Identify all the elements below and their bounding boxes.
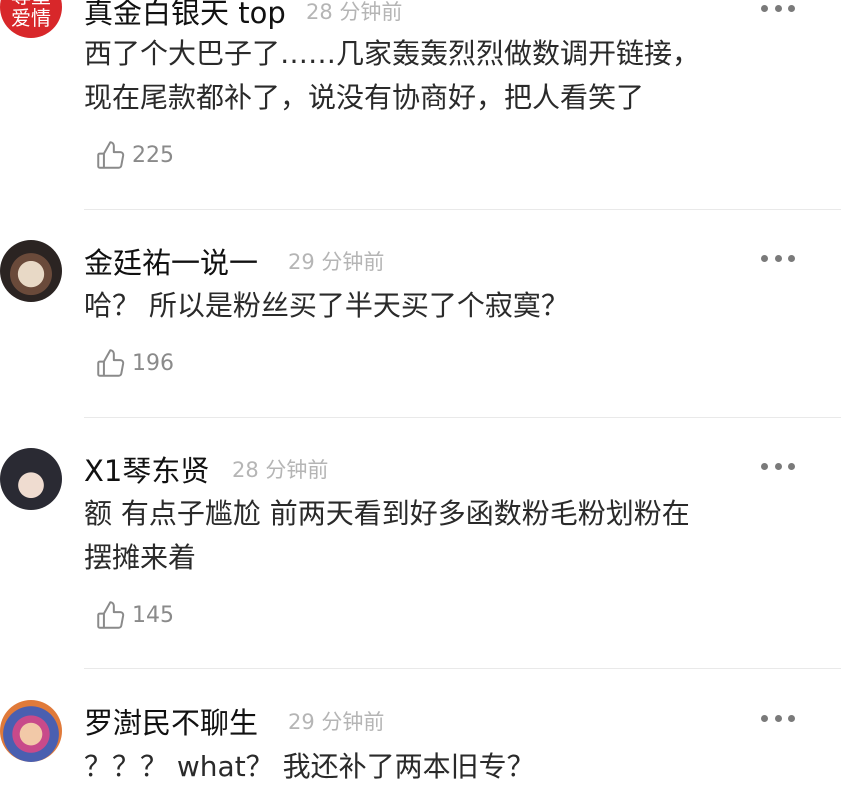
username[interactable]: 罗澍民不聊生 <box>84 700 258 742</box>
more-dots-icon[interactable] <box>761 3 795 13</box>
comment-text: ？？？ what？ 我还补了两本旧专？ <box>84 750 535 783</box>
thumbs-up-icon <box>97 141 125 169</box>
like-count: 196 <box>132 350 174 376</box>
more-dots-icon[interactable] <box>761 253 795 263</box>
comment-text: 额 有点子尴尬 前两天看到好多函数粉毛粉划粉在 摆摊来着 <box>84 497 690 574</box>
more-dots-icon[interactable] <box>761 713 795 723</box>
thumbs-up-icon <box>97 349 125 377</box>
like-button[interactable]: 145 <box>94 598 174 632</box>
like-count: 145 <box>132 602 174 628</box>
divider <box>84 668 841 669</box>
divider <box>84 417 841 418</box>
avatar[interactable] <box>0 448 62 510</box>
comment-text: 哈？ 所以是粉丝买了半天买了个寂寞？ <box>84 289 569 322</box>
username[interactable]: 金廷祐一说一 <box>84 240 258 282</box>
like-button[interactable]: 196 <box>94 346 174 380</box>
username[interactable]: 真金白银天 top <box>84 0 286 32</box>
comment-time: 28 分钟前 <box>306 0 403 24</box>
avatar[interactable]: 尊重 爱情 <box>0 0 62 38</box>
comment-time: 29 分钟前 <box>288 250 385 274</box>
avatar[interactable] <box>0 240 62 302</box>
like-count: 225 <box>132 142 174 168</box>
avatar-text: 爱情 <box>11 6 51 30</box>
avatar[interactable] <box>0 700 62 762</box>
thumbs-up-icon <box>97 601 125 629</box>
comment-text: 西了个大巴子了……几家轰轰烈烈做数调开链接， 现在尾款都补了，说没有协商好，把人… <box>84 37 701 114</box>
comment-time: 29 分钟前 <box>288 710 385 734</box>
comment-time: 28 分钟前 <box>232 458 329 482</box>
more-dots-icon[interactable] <box>761 461 795 471</box>
like-button[interactable]: 225 <box>94 138 174 172</box>
divider <box>84 209 841 210</box>
username[interactable]: X1琴东贤 <box>84 448 209 490</box>
